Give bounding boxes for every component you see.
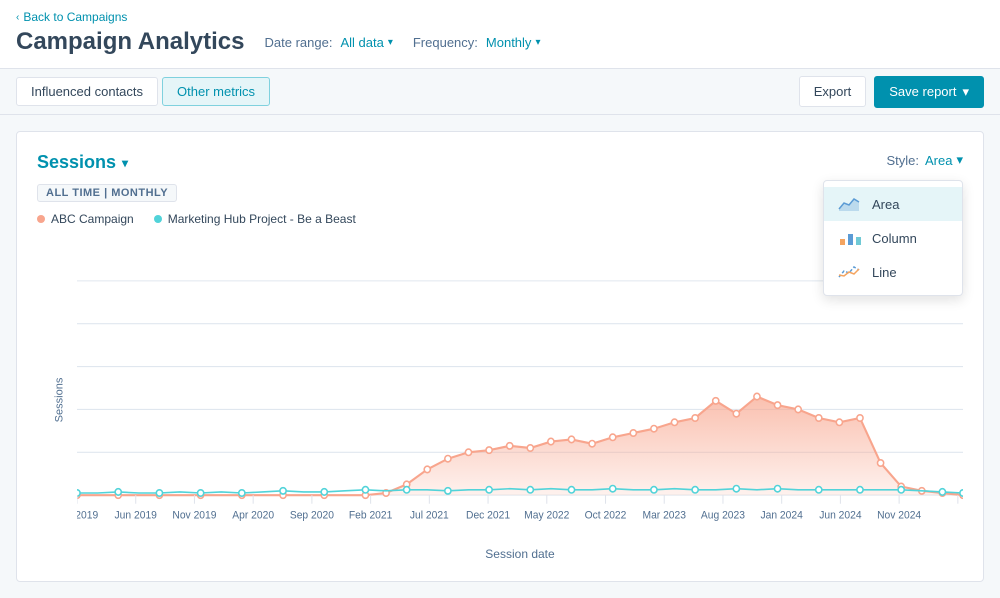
export-button[interactable]: Export (799, 76, 867, 107)
legend-dot-abc (37, 215, 45, 223)
legend-dot-mhp (154, 215, 162, 223)
date-range-dropdown[interactable]: All data ▾ (340, 35, 392, 50)
svg-text:Jan 2024: Jan 2024 (760, 510, 803, 522)
frequency-filter: Frequency: Monthly ▾ (413, 35, 541, 50)
date-range-label: Date range: (265, 35, 333, 50)
svg-text:Mar 2023: Mar 2023 (642, 510, 686, 522)
save-report-label: Save report (889, 84, 956, 99)
date-range-filter: Date range: All data ▾ (265, 35, 393, 50)
column-chart-icon (838, 229, 862, 247)
style-dropdown: Area Column (823, 180, 963, 296)
chart-card: Sessions ▾ Style: Area ▾ (16, 131, 984, 582)
svg-text:Dec 2021: Dec 2021 (466, 510, 510, 522)
style-dropdown-trigger[interactable]: Area ▾ (925, 152, 963, 168)
svg-text:Jan 2019: Jan 2019 (77, 510, 98, 522)
svg-text:Aug 2023: Aug 2023 (701, 510, 745, 522)
style-value-text: Area (925, 153, 952, 168)
tab-other-metrics[interactable]: Other metrics (162, 77, 270, 106)
legend-label-mhp: Marketing Hub Project - Be a Beast (168, 212, 356, 226)
style-option-area[interactable]: Area (824, 187, 962, 221)
area-option-label: Area (872, 197, 899, 212)
save-report-button[interactable]: Save report ▾ (874, 76, 984, 108)
legend-label-abc: ABC Campaign (51, 212, 134, 226)
style-option-column[interactable]: Column (824, 221, 962, 255)
svg-text:Jun 2019: Jun 2019 (115, 510, 158, 522)
tab-influenced-contacts[interactable]: Influenced contacts (16, 77, 158, 106)
svg-text:Nov 2024: Nov 2024 (877, 510, 921, 522)
line-option-label: Line (872, 265, 897, 280)
back-chevron-icon: ‹ (16, 12, 19, 23)
page-header: Campaign Analytics Date range: All data … (16, 28, 984, 56)
frequency-label: Frequency: (413, 35, 478, 50)
chart-title-button[interactable]: Sessions ▾ (37, 152, 128, 173)
column-option-label: Column (872, 231, 917, 246)
line-chart-icon (838, 263, 862, 281)
page-title: Campaign Analytics (16, 28, 245, 56)
style-selector: Style: Area ▾ (886, 152, 963, 168)
svg-text:Feb 2021: Feb 2021 (349, 510, 393, 522)
svg-text:Jul 2021: Jul 2021 (410, 510, 449, 522)
area-chart-icon (838, 195, 862, 213)
frequency-dropdown[interactable]: Monthly ▾ (486, 35, 541, 50)
back-to-campaigns-link[interactable]: ‹ Back to Campaigns (16, 0, 127, 24)
svg-text:Sep 2020: Sep 2020 (290, 510, 334, 522)
svg-text:May 2022: May 2022 (524, 510, 569, 522)
legend-item-abc: ABC Campaign (37, 212, 134, 226)
frequency-value: Monthly (486, 35, 532, 50)
top-bar: ‹ Back to Campaigns Campaign Analytics D… (0, 0, 1000, 69)
frequency-arrow-icon: ▾ (535, 37, 540, 48)
x-axis-label: Session date (77, 547, 963, 561)
save-report-arrow-icon: ▾ (962, 84, 969, 100)
legend-item-mhp: Marketing Hub Project - Be a Beast (154, 212, 356, 226)
back-label: Back to Campaigns (23, 10, 127, 24)
chart-badge: ALL TIME | MONTHLY (37, 184, 177, 202)
style-option-line[interactable]: Line (824, 255, 962, 289)
y-axis-label: Sessions (53, 377, 65, 422)
style-label: Style: (886, 153, 919, 168)
svg-text:Oct 2022: Oct 2022 (585, 510, 627, 522)
tabs: Influenced contacts Other metrics (16, 69, 270, 114)
main-content: Sessions ▾ Style: Area ▾ (0, 115, 1000, 598)
tab-bar: Influenced contacts Other metrics Export… (0, 69, 1000, 115)
svg-text:Jun 2024: Jun 2024 (819, 510, 862, 522)
chart-title-arrow-icon: ▾ (122, 156, 128, 170)
date-range-value: All data (340, 35, 383, 50)
style-arrow-icon: ▾ (956, 152, 963, 168)
date-range-arrow-icon: ▾ (388, 37, 393, 48)
svg-text:Nov 2019: Nov 2019 (172, 510, 216, 522)
svg-text:Apr 2020: Apr 2020 (232, 510, 274, 522)
chart-title-text: Sessions (37, 152, 116, 173)
tab-actions: Export Save report ▾ (799, 76, 984, 108)
chart-header: Sessions ▾ Style: Area ▾ (37, 152, 963, 173)
